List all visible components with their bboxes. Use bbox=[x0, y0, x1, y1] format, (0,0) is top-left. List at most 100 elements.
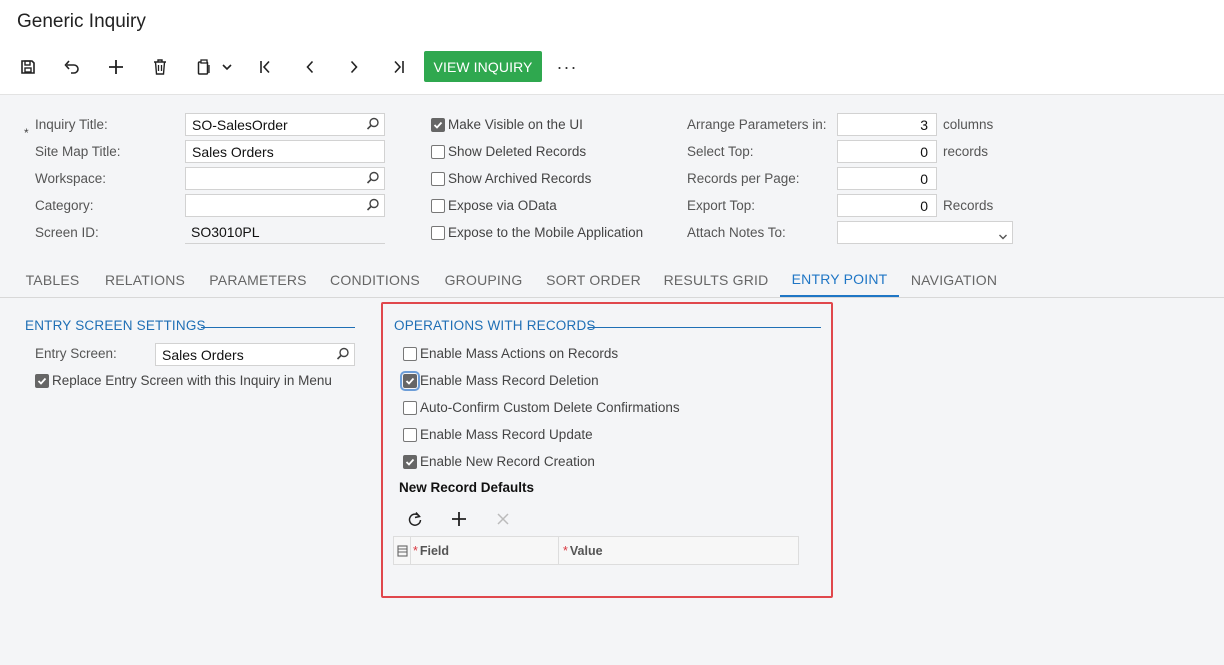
mass-deletion-checkbox[interactable]: Enable Mass Record Deletion bbox=[400, 370, 599, 391]
delete-button[interactable] bbox=[145, 51, 175, 83]
operations-title: OPERATIONS WITH RECORDS bbox=[394, 318, 596, 333]
export-top-label: Export Top: bbox=[687, 198, 756, 213]
arrange-parameters-field[interactable]: 3 bbox=[837, 113, 937, 136]
add-row-button[interactable] bbox=[444, 503, 474, 535]
auto-confirm-label: Auto-Confirm Custom Delete Confirmations bbox=[420, 400, 680, 415]
workspace-field[interactable] bbox=[185, 167, 385, 190]
new-record-defaults-title: New Record Defaults bbox=[399, 480, 535, 495]
refresh-button[interactable] bbox=[400, 503, 430, 535]
make-visible-checkbox[interactable]: Make Visible on the UI bbox=[431, 117, 583, 132]
mass-actions-label: Enable Mass Actions on Records bbox=[420, 346, 619, 361]
tab-entry-point[interactable]: ENTRY POINT bbox=[780, 262, 899, 297]
tab-tables[interactable]: TABLES bbox=[14, 262, 91, 297]
category-field[interactable] bbox=[185, 194, 385, 217]
checkmark-icon bbox=[35, 373, 49, 388]
clipboard-icon bbox=[197, 59, 210, 75]
tab-grouping[interactable]: GROUPING bbox=[436, 262, 531, 297]
checkmark-icon bbox=[400, 370, 420, 391]
mass-update-label: Enable Mass Record Update bbox=[420, 427, 593, 442]
value-column-label: Value bbox=[569, 543, 603, 558]
expose-odata-label: Expose via OData bbox=[448, 198, 557, 213]
column-settings-icon[interactable] bbox=[397, 537, 411, 564]
first-record-button[interactable] bbox=[251, 51, 281, 83]
mass-actions-checkbox[interactable]: Enable Mass Actions on Records bbox=[403, 346, 618, 361]
value-column-header[interactable]: * Value bbox=[563, 537, 603, 564]
mass-update-checkbox[interactable]: Enable Mass Record Update bbox=[403, 427, 593, 442]
tab-relations[interactable]: RELATIONS bbox=[98, 262, 192, 297]
chevron-down-icon bbox=[222, 64, 232, 71]
entry-screen-settings-title: ENTRY SCREEN SETTINGS bbox=[25, 318, 206, 333]
delete-row-button[interactable] bbox=[488, 503, 518, 535]
previous-record-button[interactable] bbox=[295, 51, 325, 83]
replace-entry-screen-label: Replace Entry Screen with this Inquiry i… bbox=[52, 373, 332, 388]
mass-deletion-label: Enable Mass Record Deletion bbox=[420, 373, 599, 388]
search-icon[interactable] bbox=[366, 198, 380, 215]
tab-sort-order[interactable]: SORT ORDER bbox=[540, 262, 647, 297]
entry-screen-value: Sales Orders bbox=[162, 347, 244, 363]
site-map-title-label: Site Map Title: bbox=[35, 144, 121, 159]
auto-confirm-checkbox[interactable]: Auto-Confirm Custom Delete Confirmations bbox=[403, 400, 680, 415]
inquiry-title-label: Inquiry Title: bbox=[35, 117, 108, 132]
save-button[interactable] bbox=[13, 51, 43, 83]
toolbar: VIEW INQUIRY ··· bbox=[0, 51, 600, 83]
tab-results-grid[interactable]: RESULTS GRID bbox=[656, 262, 776, 297]
screen-id-field: SO3010PL bbox=[185, 221, 385, 244]
entry-screen-field[interactable]: Sales Orders bbox=[155, 343, 355, 366]
select-top-field[interactable]: 0 bbox=[837, 140, 937, 163]
checkbox-box bbox=[431, 225, 445, 240]
more-menu-button[interactable]: ··· bbox=[553, 51, 581, 83]
page-header: Generic Inquiry VIEW INQUIRY ··· bbox=[0, 0, 1224, 95]
section-divider bbox=[201, 327, 355, 328]
show-archived-label: Show Archived Records bbox=[448, 171, 592, 186]
previous-record-icon bbox=[306, 60, 314, 74]
tab-navigation[interactable]: NAVIGATION bbox=[904, 262, 1004, 297]
expose-odata-checkbox[interactable]: Expose via OData bbox=[431, 198, 557, 213]
search-icon[interactable] bbox=[366, 117, 380, 134]
required-indicator: * bbox=[563, 543, 568, 558]
export-top-field[interactable]: 0 bbox=[837, 194, 937, 217]
last-record-button[interactable] bbox=[383, 51, 413, 83]
next-record-icon bbox=[350, 60, 358, 74]
delete-icon bbox=[154, 59, 166, 75]
last-record-icon bbox=[394, 60, 404, 74]
checkbox-box bbox=[403, 346, 417, 361]
chevron-down-icon bbox=[998, 228, 1008, 243]
show-deleted-checkbox[interactable]: Show Deleted Records bbox=[431, 144, 586, 159]
select-top-unit-label: records bbox=[943, 144, 989, 159]
new-record-creation-label: Enable New Record Creation bbox=[420, 454, 595, 469]
add-icon bbox=[452, 512, 466, 526]
add-button[interactable] bbox=[101, 51, 131, 83]
records-per-page-label: Records per Page: bbox=[687, 171, 800, 186]
inquiry-title-field[interactable]: SO-SalesOrder bbox=[185, 113, 385, 136]
expose-mobile-checkbox[interactable]: Expose to the Mobile Application bbox=[431, 225, 643, 240]
export-top-unit-label: Records bbox=[943, 198, 994, 213]
new-record-creation-checkbox[interactable]: Enable New Record Creation bbox=[403, 454, 595, 469]
undo-button[interactable] bbox=[57, 51, 87, 83]
page-title: Generic Inquiry bbox=[17, 11, 146, 32]
checkbox-box bbox=[431, 198, 445, 213]
view-inquiry-button[interactable]: VIEW INQUIRY bbox=[424, 51, 542, 82]
clipboard-dropdown-button[interactable] bbox=[214, 51, 240, 83]
screen-id-label: Screen ID: bbox=[35, 225, 99, 240]
tab-parameters[interactable]: PARAMETERS bbox=[200, 262, 316, 297]
attach-notes-select[interactable] bbox=[837, 221, 1013, 244]
show-archived-checkbox[interactable]: Show Archived Records bbox=[431, 171, 591, 186]
column-separator bbox=[558, 537, 559, 564]
checkmark-icon bbox=[431, 117, 445, 132]
site-map-title-field[interactable]: Sales Orders bbox=[185, 140, 385, 163]
checkmark-icon bbox=[403, 454, 417, 469]
records-per-page-field[interactable]: 0 bbox=[837, 167, 937, 190]
search-icon[interactable] bbox=[336, 347, 350, 364]
field-column-label: Field bbox=[419, 543, 450, 558]
next-record-button[interactable] bbox=[339, 51, 369, 83]
replace-entry-screen-checkbox[interactable]: Replace Entry Screen with this Inquiry i… bbox=[35, 373, 332, 388]
field-column-header[interactable]: * Field bbox=[413, 537, 449, 564]
workspace-label: Workspace: bbox=[35, 171, 107, 186]
tab-conditions[interactable]: CONDITIONS bbox=[324, 262, 426, 297]
undo-icon bbox=[64, 60, 79, 74]
required-indicator: * bbox=[24, 126, 29, 140]
column-separator bbox=[410, 537, 411, 564]
show-deleted-label: Show Deleted Records bbox=[448, 144, 587, 159]
arrange-unit-label: columns bbox=[943, 117, 994, 132]
search-icon[interactable] bbox=[366, 171, 380, 188]
